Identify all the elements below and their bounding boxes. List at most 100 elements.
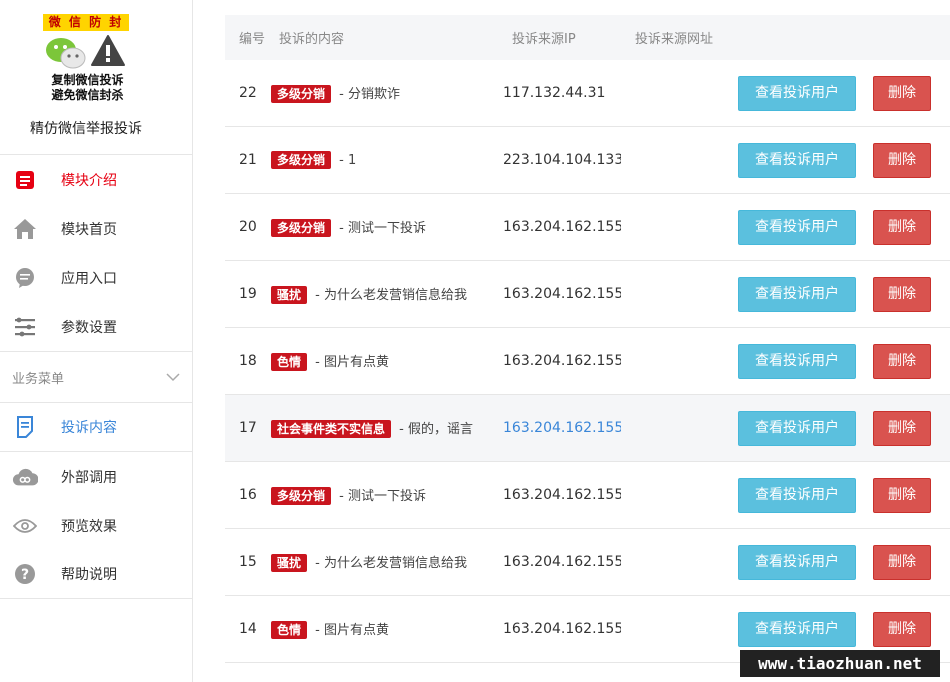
category-tag: 色情: [271, 353, 308, 371]
svg-text:?: ?: [21, 567, 29, 583]
sidebar-item-label: 应用入口: [61, 270, 117, 287]
row-id: 14: [239, 621, 257, 637]
group-header-business-menu[interactable]: 业务菜单: [0, 351, 192, 403]
logo: 微 信 防 封 复制微信投诉 避免微信封杀 精仿微信举报投诉: [0, 0, 192, 155]
table-row: 18 色情 - 图片有点黄 163.204.162.155 查看投诉用户 删除: [225, 328, 950, 395]
sidebar-item-label: 模块介绍: [61, 172, 117, 189]
sidebar-item-label: 预览效果: [61, 518, 117, 535]
document-icon: [12, 414, 38, 440]
row-text: - 测试一下投诉: [335, 221, 426, 236]
chat-icon: [12, 265, 38, 291]
category-tag: 骚扰: [271, 286, 308, 304]
view-complainant-button[interactable]: 查看投诉用户: [738, 210, 856, 245]
row-ip: 163.204.162.155: [503, 621, 621, 637]
delete-button[interactable]: 删除: [873, 277, 931, 312]
row-text: - 为什么老发营销信息给我: [311, 556, 467, 571]
delete-button[interactable]: 删除: [873, 545, 931, 580]
row-content: 多级分销 - 1: [271, 151, 503, 169]
delete-button[interactable]: 删除: [873, 143, 931, 178]
eye-icon: [12, 513, 38, 539]
watermark: www.tiaozhuan.net: [740, 650, 940, 677]
sidebar-item-label: 投诉内容: [61, 420, 117, 436]
row-ip: 163.204.162.155: [503, 286, 621, 302]
group-header-label: 业务菜单: [12, 371, 65, 387]
sidebar-item-entry[interactable]: 应用入口: [0, 253, 192, 302]
view-complainant-button[interactable]: 查看投诉用户: [738, 478, 856, 513]
site-name: 精仿微信举报投诉: [30, 121, 142, 137]
view-complainant-button[interactable]: 查看投诉用户: [738, 612, 856, 647]
row-content: 色情 - 图片有点黄: [271, 351, 503, 371]
settings-icon: [12, 314, 38, 340]
cloud-icon: [12, 464, 38, 490]
complaints-table: 编号 投诉的内容 投诉来源IP 投诉来源网址 22 多级分销 - 分销欺诈 117.…: [225, 15, 950, 663]
sidebar-item-preview[interactable]: 预览效果: [0, 501, 192, 550]
view-complainant-button[interactable]: 查看投诉用户: [738, 545, 856, 580]
row-text: - 测试一下投诉: [335, 489, 426, 504]
category-tag: 社会事件类不实信息: [271, 420, 392, 438]
view-complainant-button[interactable]: 查看投诉用户: [738, 76, 856, 111]
row-ip: 163.204.162.155: [503, 554, 621, 570]
table-row: 20 多级分销 - 测试一下投诉 163.204.162.155 查看投诉用户 删除: [225, 194, 950, 261]
wechat-icon: [46, 38, 86, 69]
row-id: 20: [239, 219, 257, 235]
sidebar-item-complaints[interactable]: 投诉内容: [0, 403, 192, 452]
sidebar-item-intro[interactable]: 模块介绍: [0, 155, 192, 204]
row-text: - 图片有点黄: [311, 623, 389, 638]
row-text: - 图片有点黄: [311, 355, 389, 370]
delete-button[interactable]: 删除: [873, 612, 931, 647]
header-url: 投诉来源网址: [635, 32, 714, 47]
category-tag: 骚扰: [271, 554, 308, 572]
row-content: 多级分销 - 测试一下投诉: [271, 217, 503, 237]
sidebar-item-external[interactable]: 外部调用: [0, 452, 192, 501]
sidebar-item-settings[interactable]: 参数设置: [0, 302, 192, 351]
sidebar-item-label: 模块首页: [61, 221, 117, 238]
logo-badge: 微 信 防 封: [43, 14, 129, 31]
delete-button[interactable]: 删除: [873, 344, 931, 379]
row-id: 17: [239, 420, 257, 436]
delete-button[interactable]: 删除: [873, 76, 931, 111]
category-tag: 多级分销: [271, 219, 332, 237]
sidebar-item-help[interactable]: ? 帮助说明: [0, 550, 192, 599]
header-id: 编号: [239, 32, 266, 47]
category-tag: 色情: [271, 621, 308, 639]
sidebar-item-home[interactable]: 模块首页: [0, 204, 192, 253]
row-id: 16: [239, 487, 257, 503]
view-complainant-button[interactable]: 查看投诉用户: [738, 344, 856, 379]
sidebar-item-label: 帮助说明: [61, 567, 117, 583]
table-header: 编号 投诉的内容 投诉来源IP 投诉来源网址: [225, 15, 950, 60]
row-content: 色情 - 图片有点黄: [271, 619, 503, 639]
table-row: 15 骚扰 - 为什么老发营销信息给我 163.204.162.155 查看投诉用户删…: [225, 529, 950, 596]
row-text: - 1: [335, 153, 357, 168]
help-icon: ?: [12, 561, 38, 587]
delete-button[interactable]: 删除: [873, 210, 931, 245]
warning-icon: [91, 35, 125, 66]
logo-line2: 避免微信封杀: [51, 88, 124, 102]
table-row: 16 多级分销 - 测试一下投诉 163.204.162.155 查看投诉用户 删除: [225, 462, 950, 529]
table-body: 22 多级分销 - 分销欺诈 117.132.44.31 查看投诉用户 删除 21 多级分销…: [225, 60, 950, 663]
view-complainant-button[interactable]: 查看投诉用户: [738, 277, 856, 312]
view-complainant-button[interactable]: 查看投诉用户: [738, 411, 856, 446]
row-content: 骚扰 - 为什么老发营销信息给我: [271, 552, 503, 572]
delete-button[interactable]: 删除: [873, 478, 931, 513]
header-ip: 投诉来源IP: [512, 32, 576, 47]
table-row: 19 骚扰 - 为什么老发营销信息给我 163.204.162.155 查看投诉用户删…: [225, 261, 950, 328]
chevron-down-icon: [166, 373, 180, 382]
row-ip: 223.104.104.133: [503, 152, 621, 168]
row-ip: 117.132.44.31: [503, 85, 606, 101]
table-row: 17 社会事件类不实信息 - 假的，谣言 163.204.162.155 查看投诉用户…: [225, 395, 950, 462]
row-text: - 假的，谣言: [395, 422, 473, 437]
row-ip[interactable]: 163.204.162.155: [503, 420, 621, 436]
home-icon: [12, 216, 38, 242]
list-icon: [12, 167, 38, 193]
header-content: 投诉的内容: [279, 32, 345, 47]
category-tag: 多级分销: [271, 151, 332, 169]
sidebar-item-label: 外部调用: [61, 469, 117, 486]
view-complainant-button[interactable]: 查看投诉用户: [738, 143, 856, 178]
row-id: 15: [239, 554, 257, 570]
delete-button[interactable]: 删除: [873, 411, 931, 446]
row-id: 18: [239, 353, 257, 369]
category-tag: 多级分销: [271, 85, 332, 103]
row-content: 社会事件类不实信息 - 假的，谣言: [271, 418, 503, 438]
row-id: 22: [239, 85, 257, 101]
sidebar-item-label: 参数设置: [61, 319, 117, 336]
